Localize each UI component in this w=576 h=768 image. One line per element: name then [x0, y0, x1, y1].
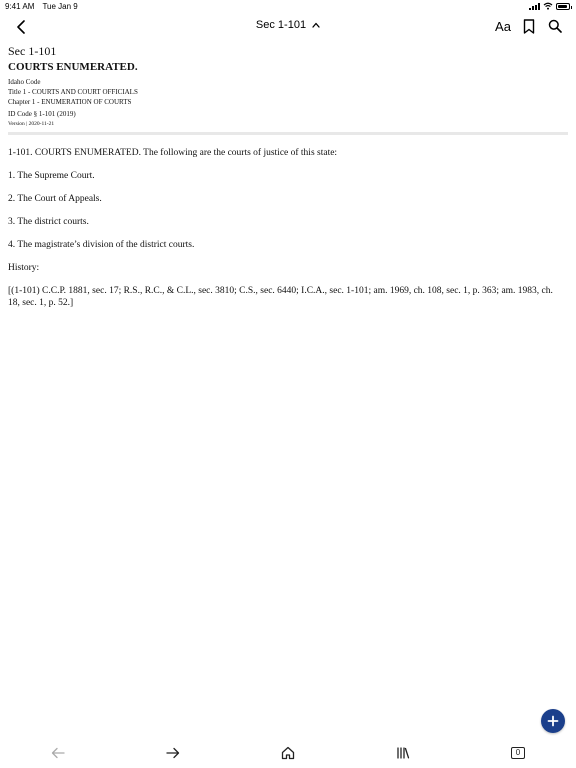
id-code: ID Code § 1-101 (2019): [8, 110, 76, 118]
cellular-signal-icon: [529, 2, 540, 10]
status-bar: 9:41 AM Tue Jan 9: [0, 0, 576, 12]
tabs-icon: 0: [511, 747, 525, 759]
section-title: COURTS ENUMERATED.: [8, 61, 138, 73]
text-size-button[interactable]: Aa: [494, 19, 512, 34]
code-name: Idaho Code: [8, 78, 41, 86]
nav-bar: Sec 1-101 Aa: [0, 12, 576, 42]
library-button[interactable]: [393, 744, 413, 762]
history-forward-button[interactable]: [163, 744, 183, 762]
history-text: [(1-101) C.C.P. 1881, sec. 17; R.S., R.C…: [8, 286, 553, 308]
history-heading: History:: [8, 263, 40, 273]
status-left: 9:41 AM Tue Jan 9: [5, 2, 84, 11]
arrow-left-icon: [51, 747, 65, 759]
nav-title: Sec 1-101: [255, 19, 307, 31]
chevron-up-icon: [312, 22, 320, 28]
library-icon: [397, 747, 410, 759]
title-line: Title 1 - COURTS AND COURT OFFICIALS: [8, 88, 138, 96]
document-header: Sec 1-101 COURTS ENUMERATED. Idaho Code …: [8, 44, 568, 129]
document-body: 1-101. COURTS ENUMERATED. The following …: [8, 147, 566, 320]
arrow-right-icon: [166, 747, 180, 759]
home-icon: [281, 746, 295, 760]
paragraph-item-3: 3. The district courts.: [8, 217, 89, 227]
paragraph-item-1: 1. The Supreme Court.: [8, 171, 95, 181]
bottom-toolbar: 0: [0, 742, 576, 764]
home-button[interactable]: [278, 744, 298, 762]
tabs-button[interactable]: 0: [508, 744, 528, 762]
status-date: Tue Jan 9: [42, 2, 78, 11]
header-divider: [8, 132, 568, 135]
section-title-toggle[interactable]: Sec 1-101: [256, 19, 320, 31]
paragraph-item-4: 4. The magistrate’s division of the dist…: [8, 240, 195, 250]
bookmark-icon: [523, 18, 535, 34]
search-button[interactable]: [546, 17, 564, 35]
plus-icon: [547, 715, 559, 727]
paragraph-intro: 1-101. COURTS ENUMERATED. The following …: [8, 148, 338, 158]
status-time: 9:41 AM: [5, 2, 35, 11]
nav-actions: Aa: [494, 17, 564, 35]
add-button[interactable]: [541, 709, 565, 733]
status-right: [529, 2, 572, 10]
search-icon: [548, 19, 562, 33]
battery-icon: [556, 2, 572, 10]
chapter-line: Chapter 1 - ENUMERATION OF COURTS: [8, 98, 132, 106]
section-number: Sec 1-101: [8, 44, 57, 58]
history-back-button[interactable]: [48, 744, 68, 762]
nav-title-container: Sec 1-101: [0, 19, 576, 31]
paragraph-item-2: 2. The Court of Appeals.: [8, 194, 102, 204]
bookmark-button[interactable]: [520, 17, 538, 35]
wifi-icon: [543, 2, 553, 10]
version-label: Version | 2020-11-21: [8, 121, 55, 127]
